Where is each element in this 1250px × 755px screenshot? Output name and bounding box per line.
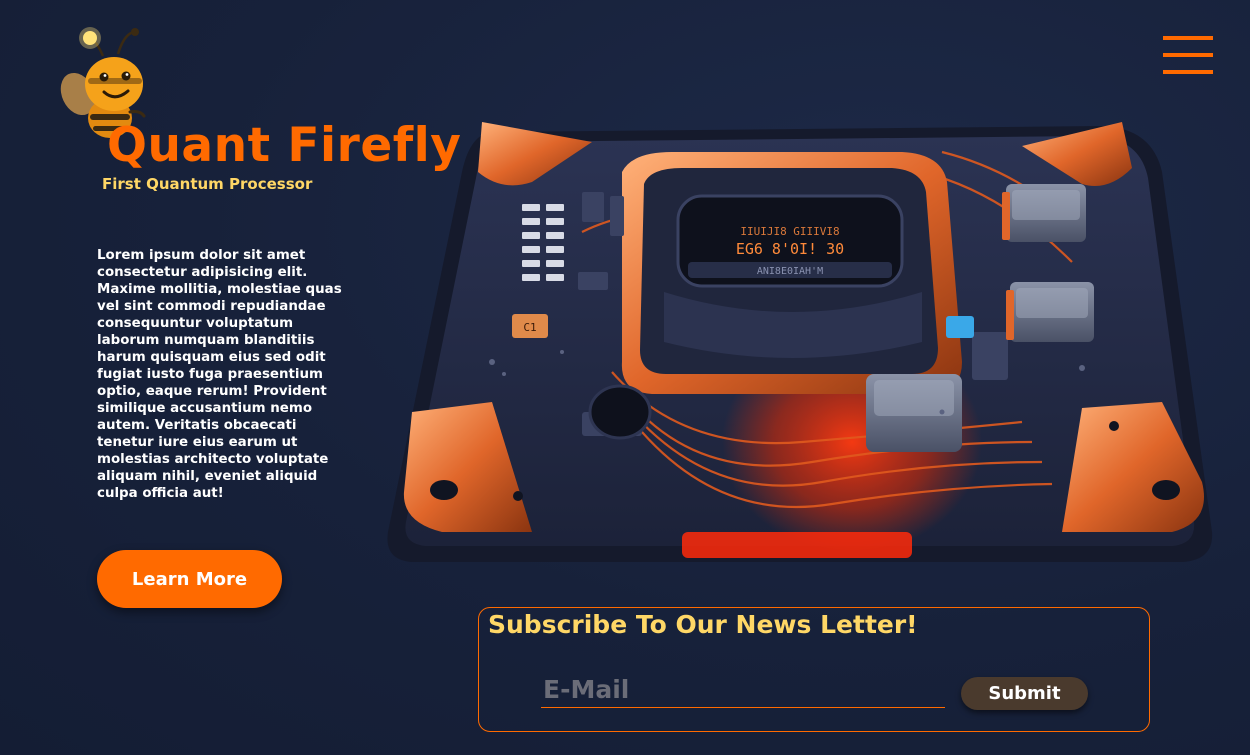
quantum-processor-illustration: IIUIJI8 GIIIVI8 EG6 8'0I! 30 ANI8E0IAH'M…	[387, 122, 1213, 562]
svg-text:EG6 8'0I! 30: EG6 8'0I! 30	[736, 240, 844, 258]
menu-bar-top	[1163, 36, 1213, 40]
brand-tagline: First Quantum Processor	[102, 175, 313, 193]
svg-text:ANI8E0IAH'M: ANI8E0IAH'M	[757, 266, 823, 277]
newsletter-subscribe-form: Subscribe To Our News Letter! Submit	[478, 607, 1150, 732]
hero-description: Lorem ipsum dolor sit amet consectetur a…	[97, 248, 342, 501]
learn-more-button[interactable]: Learn More	[97, 550, 282, 608]
hamburger-menu-icon[interactable]	[1163, 36, 1213, 76]
menu-bar-middle	[1163, 53, 1213, 57]
svg-text:IIUIJI8 GIIIVI8: IIUIJI8 GIIIVI8	[740, 225, 839, 238]
svg-text:C1: C1	[523, 321, 536, 334]
subscribe-title: Subscribe To Our News Letter!	[488, 610, 918, 639]
submit-button[interactable]: Submit	[961, 677, 1088, 710]
email-input[interactable]	[541, 672, 945, 708]
menu-bar-bottom	[1163, 70, 1213, 74]
